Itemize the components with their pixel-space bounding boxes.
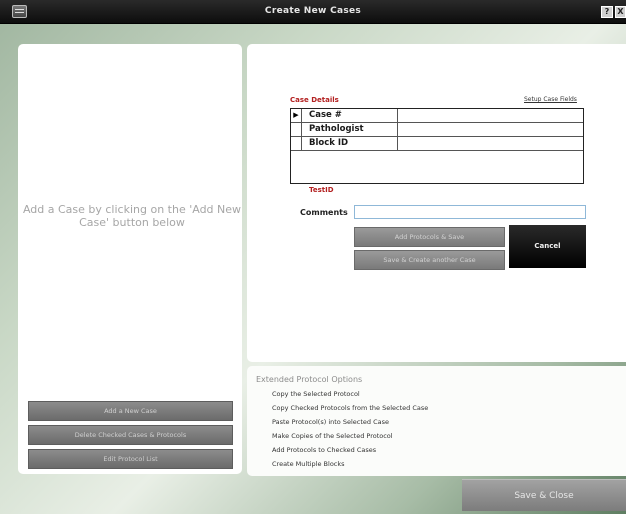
cancel-button[interactable]: Cancel	[509, 225, 586, 268]
field-label-pathologist: Pathologist	[302, 123, 398, 137]
help-button[interactable]: ?	[601, 6, 613, 18]
save-create-another-button[interactable]: Save & Create another Case	[354, 250, 505, 270]
comments-label: Comments	[300, 208, 348, 217]
paste-protocols-link[interactable]: Paste Protocol(s) into Selected Case	[272, 418, 389, 426]
case-details-panel	[247, 44, 626, 362]
row-header-cell	[291, 123, 302, 137]
copy-checked-protocols-link[interactable]: Copy Checked Protocols from the Selected…	[272, 404, 428, 412]
grid-row-block-id[interactable]: Block ID	[291, 137, 583, 151]
field-label-block-id: Block ID	[302, 137, 398, 151]
add-protocols-to-checked-link[interactable]: Add Protocols to Checked Cases	[272, 446, 376, 454]
window-title: Create New Cases	[264, 6, 362, 16]
setup-case-fields-link[interactable]: Setup Case Fields	[524, 96, 577, 103]
field-value-case-number[interactable]	[398, 109, 583, 123]
edit-protocol-list-button[interactable]: Edit Protocol List	[28, 449, 233, 469]
case-details-grid: ▶ Case # Pathologist Block ID	[290, 108, 584, 184]
create-multiple-blocks-link[interactable]: Create Multiple Blocks	[272, 460, 345, 468]
field-label-case-number: Case #	[302, 109, 398, 123]
field-value-block-id[interactable]	[398, 137, 583, 151]
close-button[interactable]: X	[615, 6, 626, 18]
make-copies-link[interactable]: Make Copies of the Selected Protocol	[272, 432, 393, 440]
delete-checked-cases-button[interactable]: Delete Checked Cases & Protocols	[28, 425, 233, 445]
empty-case-list-hint: Add a Case by clicking on the 'Add New C…	[22, 203, 242, 229]
title-bar: Create New Cases ? X	[0, 0, 626, 24]
copy-selected-protocol-link[interactable]: Copy the Selected Protocol	[272, 390, 360, 398]
extended-options-heading: Extended Protocol Options	[256, 375, 363, 384]
row-header-cell	[291, 137, 302, 151]
case-details-heading: Case Details	[290, 96, 339, 104]
grid-row-case-number[interactable]: ▶ Case #	[291, 109, 583, 123]
field-value-pathologist[interactable]	[398, 123, 583, 137]
grid-row-pathologist[interactable]: Pathologist	[291, 123, 583, 137]
save-close-button[interactable]: Save & Close	[462, 479, 626, 511]
test-id-label: TestID	[309, 186, 334, 194]
current-row-arrow-icon: ▶	[291, 109, 302, 123]
comments-input[interactable]	[354, 205, 586, 219]
add-protocols-save-button[interactable]: Add Protocols & Save	[354, 227, 505, 247]
add-new-case-button[interactable]: Add a New Case	[28, 401, 233, 421]
